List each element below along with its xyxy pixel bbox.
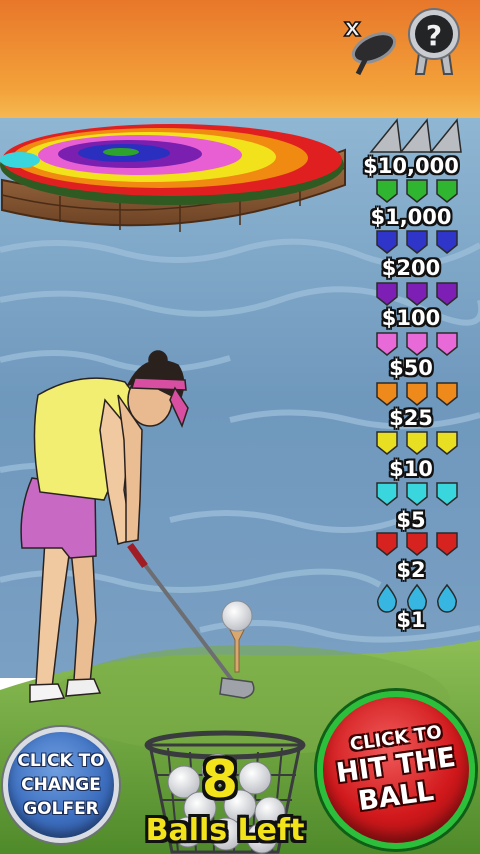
svg-text:?: ? [426,19,442,52]
payout-label: $50 [389,356,433,380]
change-golfer-line: CHANGE [21,775,101,795]
hit-ball-button[interactable]: CLICK TO HIT THE BALL [317,691,475,849]
close-x-icon: x [343,12,397,76]
close-button[interactable]: x [336,6,400,78]
payout-label: $5 [396,508,426,532]
payout-label: $25 [389,406,433,430]
balls-left-label: Balls Left [145,813,305,848]
payout-label: $10 [389,457,433,481]
payout-label: $1,000 [370,205,452,229]
change-golfer-button[interactable]: CLICK TO CHANGE GOLFER [3,727,119,843]
payout-label: $1 [396,608,426,632]
change-golfer-line: CLICK TO [17,751,105,771]
payout-label: $10,000 [363,154,459,178]
payout-label: $100 [381,306,441,330]
change-golfer-line: GOLFER [23,799,99,819]
target-ring [103,148,139,156]
payout-label: $2 [396,558,426,582]
game-screen: x ? $10,000 $1,000 $200 $100 $50 $25 $10… [0,0,480,854]
question-mark-icon: ? [408,8,460,75]
golf-ball [221,600,253,632]
balls-left-count: 8 [201,750,239,810]
svg-text:x: x [344,13,361,43]
payout-label: $200 [381,256,441,280]
help-button[interactable]: ? [402,6,466,78]
